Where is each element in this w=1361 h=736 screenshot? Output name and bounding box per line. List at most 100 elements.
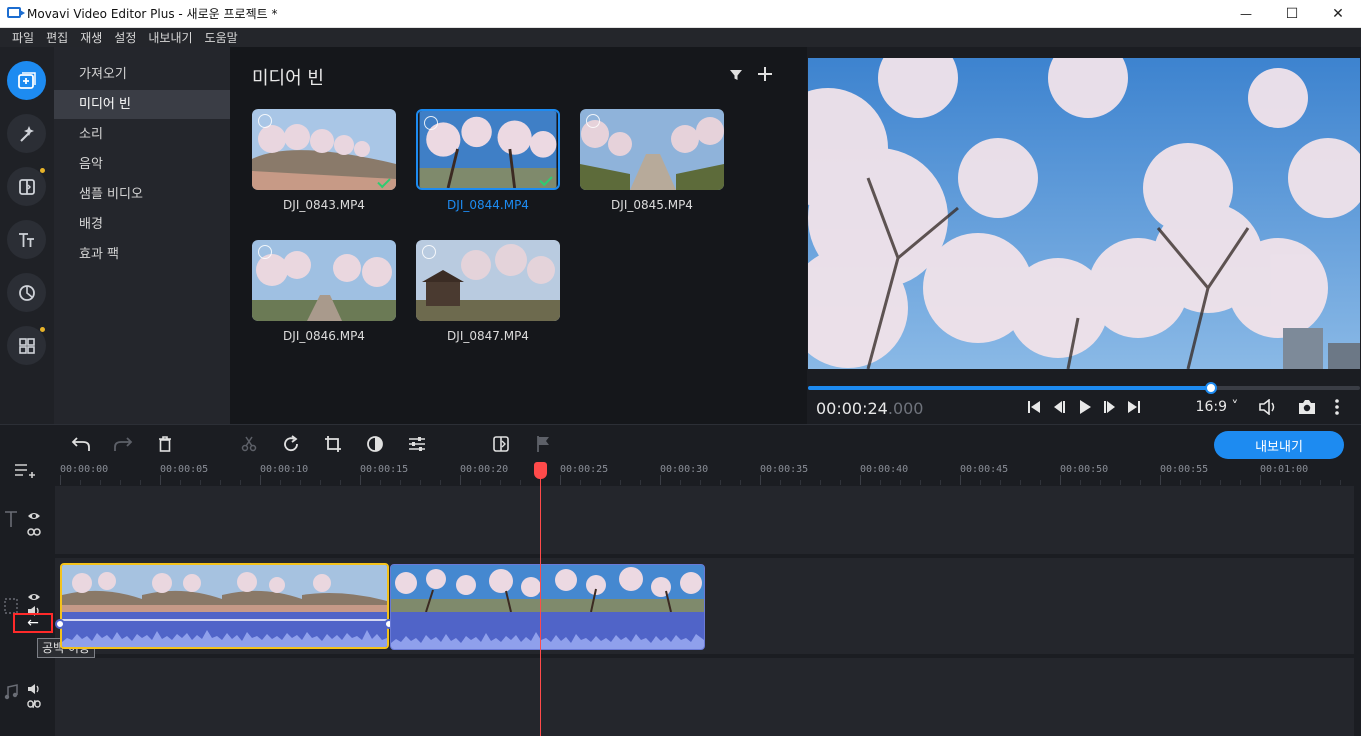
- video-preview[interactable]: [808, 58, 1360, 369]
- ruler-minor-tick: [340, 480, 341, 485]
- play-icon: [1080, 400, 1091, 414]
- close-icon: ✕: [1332, 6, 1344, 22]
- skip-start-button[interactable]: [1026, 397, 1042, 417]
- ruler-minor-tick: [1280, 480, 1281, 485]
- timeline-scrollbar[interactable]: [1354, 486, 1361, 736]
- volume-keyframe-handle[interactable]: [55, 619, 65, 629]
- ruler-time-label: 00:00:05: [160, 464, 209, 475]
- undo-button[interactable]: [70, 433, 92, 455]
- category-media-bin[interactable]: 미디어 빈: [54, 90, 230, 119]
- add-media-button[interactable]: [757, 66, 773, 86]
- titles-icon: [18, 232, 34, 247]
- add-track-button[interactable]: [14, 462, 36, 484]
- category-effect-packs[interactable]: 효과 팩: [54, 240, 230, 269]
- skip-end-button[interactable]: [1126, 397, 1142, 417]
- ruler-time-label: 00:00:50: [1060, 464, 1109, 475]
- rail-more-button[interactable]: [7, 326, 46, 365]
- category-sounds[interactable]: 소리: [54, 120, 230, 149]
- preview-panel: 00:00:24.000 16:9 ˅: [807, 47, 1361, 424]
- playback-scrubber[interactable]: [808, 382, 1360, 394]
- media-item[interactable]: DJI_0847.MP4: [416, 240, 570, 343]
- next-frame-button[interactable]: [1102, 397, 1118, 417]
- media-item[interactable]: DJI_0843.MP4: [252, 109, 406, 212]
- previous-frame-button[interactable]: [1051, 397, 1067, 417]
- rail-titles-button[interactable]: [7, 220, 46, 259]
- import-media-icon: [17, 71, 36, 89]
- music-track[interactable]: [55, 658, 1354, 736]
- ruler-minor-tick: [80, 480, 81, 485]
- maximize-button[interactable]: ☐: [1269, 0, 1315, 28]
- clip-properties-button[interactable]: [406, 433, 428, 455]
- ruler-major-tick: [960, 475, 961, 485]
- menu-settings[interactable]: 설정: [108, 29, 142, 46]
- video-clip[interactable]: [390, 564, 705, 650]
- clip-duration-icon: [424, 116, 438, 130]
- volume-button[interactable]: [1257, 397, 1279, 417]
- ruler-major-tick: [260, 475, 261, 485]
- media-item[interactable]: DJI_0845.MP4: [580, 109, 734, 212]
- ruler-minor-tick: [940, 480, 941, 485]
- ruler-time-label: 00:00:40: [860, 464, 909, 475]
- category-backgrounds[interactable]: 배경: [54, 210, 230, 239]
- menu-export[interactable]: 내보내기: [142, 29, 198, 46]
- ruler-major-tick: [660, 475, 661, 485]
- ruler-minor-tick: [420, 480, 421, 485]
- timeline-ruler[interactable]: 00:00:00 00:00:05 00:00:10 00:00:15 00:00:20…: [55, 460, 1354, 486]
- music-track-link[interactable]: [27, 694, 41, 713]
- color-adjust-button[interactable]: [364, 433, 386, 455]
- crop-button[interactable]: [322, 433, 344, 455]
- ruler-minor-tick: [220, 480, 221, 485]
- menu-edit[interactable]: 편집: [40, 29, 74, 46]
- playhead-handle[interactable]: [534, 462, 547, 479]
- flag-icon: [537, 436, 549, 452]
- skip-end-icon: [1128, 401, 1140, 413]
- rail-transitions-button[interactable]: [7, 167, 46, 206]
- menu-help[interactable]: 도움말: [199, 29, 244, 46]
- ruler-minor-tick: [980, 480, 981, 485]
- play-button[interactable]: [1076, 397, 1094, 417]
- category-sample-videos[interactable]: 샘플 비디오: [54, 180, 230, 209]
- export-button[interactable]: 내보내기: [1214, 431, 1344, 459]
- ruler-minor-tick: [800, 480, 801, 485]
- delete-button[interactable]: [154, 433, 176, 455]
- timeline-toolbar: 내보내기: [0, 424, 1361, 460]
- filter-button[interactable]: [729, 67, 743, 86]
- title-track-link[interactable]: [27, 522, 41, 541]
- minimize-button[interactable]: —: [1223, 0, 1269, 28]
- video-clip-selected[interactable]: [60, 563, 389, 649]
- rail-import-button[interactable]: [7, 61, 46, 100]
- rail-effects-button[interactable]: [7, 114, 46, 153]
- media-item[interactable]: DJI_0846.MP4: [252, 240, 406, 343]
- ruler-minor-tick: [1240, 480, 1241, 485]
- menu-file[interactable]: 파일: [6, 29, 40, 46]
- redo-button[interactable]: [112, 433, 134, 455]
- crop-icon: [325, 436, 341, 452]
- category-import[interactable]: 가져오기: [54, 60, 230, 89]
- ruler-minor-tick: [440, 480, 441, 485]
- menu-playback[interactable]: 재생: [74, 29, 108, 46]
- more-options-button[interactable]: [1331, 397, 1343, 417]
- allow-gap-button[interactable]: ←: [13, 613, 53, 633]
- media-bin-title: 미디어 빈: [252, 68, 324, 89]
- ruler-major-tick: [1260, 475, 1261, 485]
- close-button[interactable]: ✕: [1315, 0, 1361, 28]
- category-music[interactable]: 음악: [54, 150, 230, 179]
- cut-button[interactable]: [238, 433, 260, 455]
- insert-transition-button[interactable]: [490, 433, 512, 455]
- transitions-icon: [18, 178, 35, 195]
- scrubber-handle[interactable]: [1204, 382, 1217, 394]
- ruler-time-label: 00:00:55: [1160, 464, 1209, 475]
- media-item[interactable]: DJI_0844.MP4: [416, 109, 570, 212]
- ruler-minor-tick: [1000, 480, 1001, 485]
- title-bar: Movavi Video Editor Plus - 새로운 프로젝트 * — …: [0, 0, 1361, 28]
- clip-duration-icon: [586, 114, 600, 128]
- add-marker-button[interactable]: [532, 433, 554, 455]
- ruler-minor-tick: [500, 480, 501, 485]
- title-track[interactable]: [55, 486, 1354, 554]
- aspect-ratio-select[interactable]: 16:9 ˅: [1192, 397, 1242, 417]
- snapshot-button[interactable]: [1297, 397, 1317, 417]
- ruler-minor-tick: [100, 480, 101, 485]
- ruler-minor-tick: [920, 480, 921, 485]
- rail-stickers-button[interactable]: [7, 273, 46, 312]
- rotate-button[interactable]: [280, 433, 302, 455]
